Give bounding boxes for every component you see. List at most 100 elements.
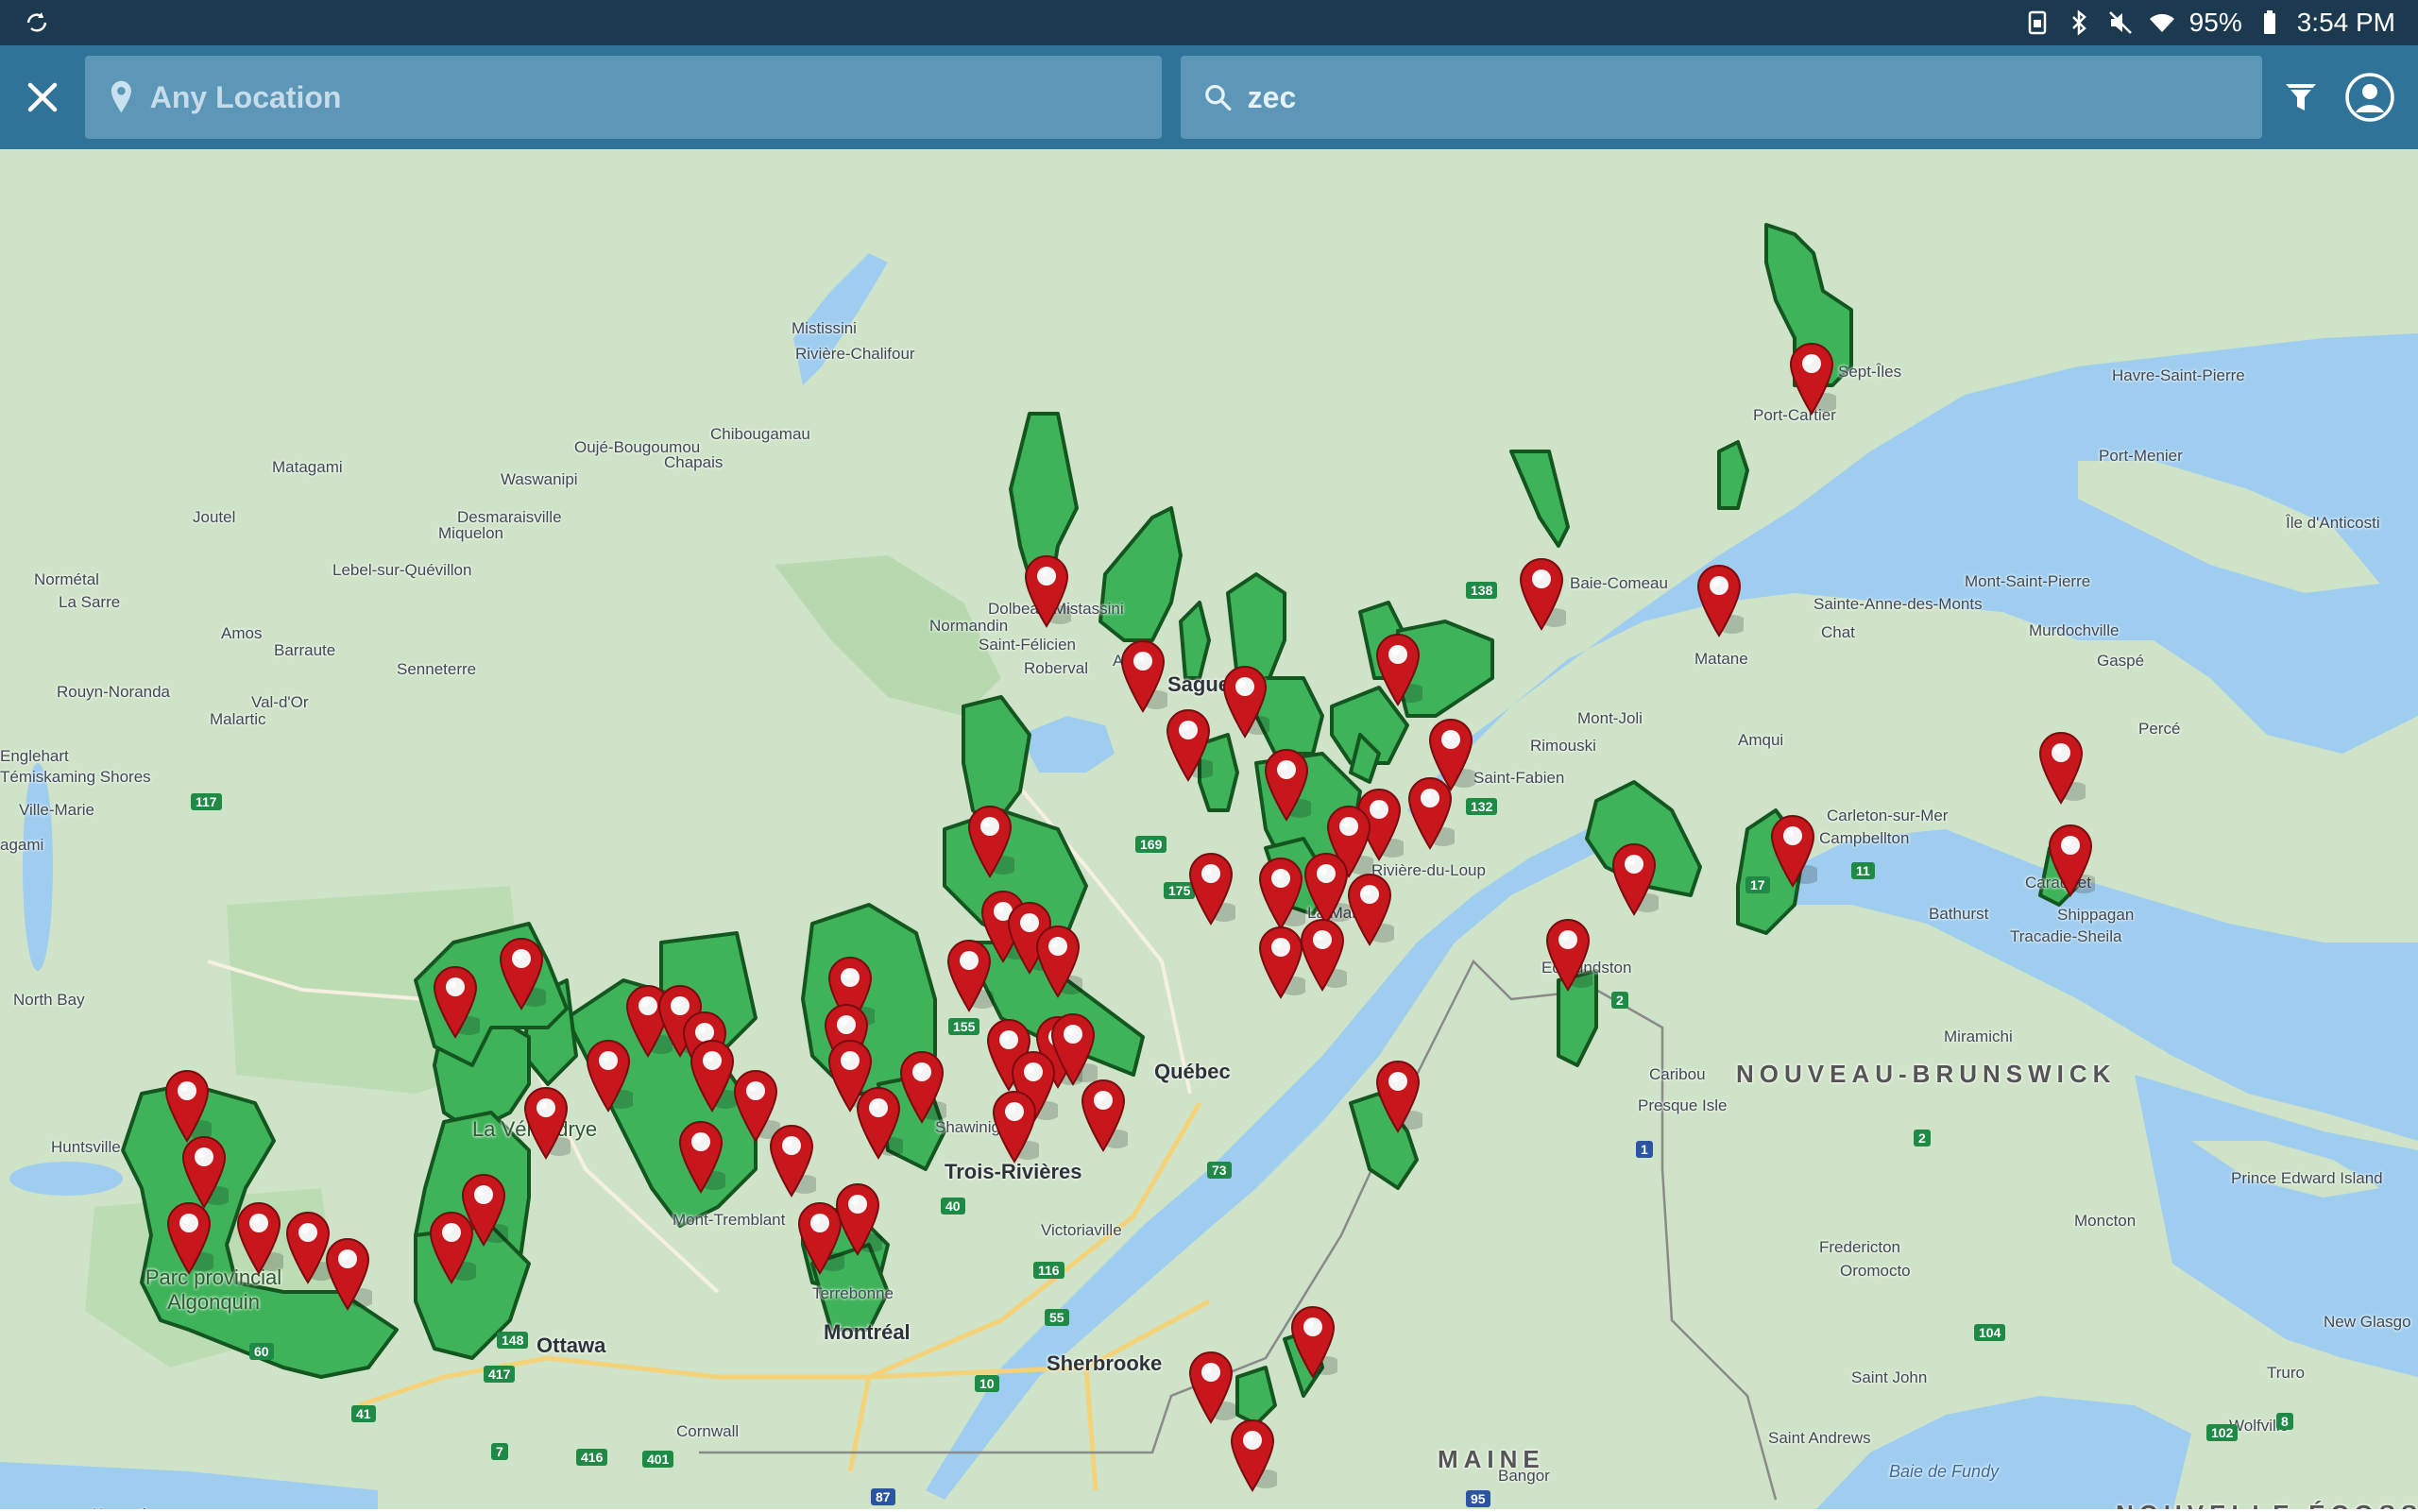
zec-marker[interactable] bbox=[1694, 564, 1744, 639]
route-shield: 60 bbox=[249, 1343, 274, 1360]
zec-marker[interactable] bbox=[1768, 814, 1817, 890]
zec-marker[interactable] bbox=[1262, 748, 1311, 824]
zec-marker[interactable] bbox=[897, 1050, 946, 1126]
zec-zone[interactable] bbox=[1098, 506, 1183, 642]
zec-marker[interactable] bbox=[459, 1173, 508, 1249]
place-label-englehart: Englehart bbox=[0, 747, 69, 765]
account-button[interactable] bbox=[2339, 66, 2401, 128]
zec-marker[interactable] bbox=[162, 1069, 212, 1145]
place-label-shippagan: Shippagan bbox=[2057, 906, 2135, 924]
place-label-montreal: Montréal bbox=[824, 1320, 911, 1344]
map-view[interactable]: Mistissini Rivière-Chalifour Chibougamau Ou… bbox=[0, 149, 2418, 1512]
zec-marker[interactable] bbox=[521, 1086, 570, 1162]
place-label-villemarie: Ville-Marie bbox=[19, 801, 94, 819]
zec-marker[interactable] bbox=[965, 805, 1014, 880]
search-toolbar bbox=[0, 45, 2418, 149]
map-pin-icon bbox=[1375, 1060, 1422, 1133]
zec-marker[interactable] bbox=[990, 1090, 1039, 1165]
map-pin-icon bbox=[1188, 1351, 1235, 1424]
location-field[interactable] bbox=[85, 56, 1162, 139]
zec-zone[interactable] bbox=[1179, 601, 1211, 680]
filter-icon bbox=[2286, 84, 2316, 110]
zec-marker[interactable] bbox=[1033, 925, 1082, 1000]
route-shield: 40 bbox=[941, 1198, 965, 1215]
zec-marker[interactable] bbox=[2046, 824, 2095, 899]
search-input[interactable] bbox=[1247, 79, 2239, 115]
zec-marker[interactable] bbox=[323, 1237, 372, 1313]
zec-marker[interactable] bbox=[1220, 665, 1269, 740]
zec-marker[interactable] bbox=[497, 937, 546, 1012]
place-label-agami: agami bbox=[0, 836, 44, 854]
filter-button[interactable] bbox=[2274, 71, 2327, 124]
map-pin-icon bbox=[1222, 665, 1269, 739]
zec-marker[interactable] bbox=[833, 1182, 882, 1258]
place-label-pei: Prince Edward Island bbox=[2231, 1169, 2383, 1187]
zec-marker[interactable] bbox=[1022, 554, 1071, 630]
zec-marker[interactable] bbox=[2036, 731, 2086, 807]
zec-marker[interactable] bbox=[676, 1120, 725, 1196]
zec-zone[interactable] bbox=[1509, 450, 1570, 548]
zec-marker[interactable] bbox=[688, 1039, 737, 1114]
place-label-montstpierre: Mont-Saint-Pierre bbox=[1965, 572, 2091, 590]
zec-marker[interactable] bbox=[1186, 852, 1235, 927]
zec-zone[interactable] bbox=[1717, 440, 1749, 510]
zec-marker[interactable] bbox=[1048, 1012, 1098, 1088]
clock: 3:54 PM bbox=[2296, 8, 2395, 37]
zec-marker[interactable] bbox=[1298, 918, 1347, 994]
zec-marker[interactable] bbox=[164, 1201, 213, 1277]
place-label-amos: Amos bbox=[221, 624, 263, 642]
route-shield: 17 bbox=[1745, 876, 1770, 893]
place-label-caribou: Caribou bbox=[1649, 1065, 1706, 1083]
battery-icon bbox=[2263, 10, 2275, 34]
zec-marker[interactable] bbox=[854, 1086, 903, 1162]
place-label-bathurst: Bathurst bbox=[1929, 905, 1989, 923]
zec-marker[interactable] bbox=[179, 1135, 229, 1211]
zec-marker[interactable] bbox=[1373, 1060, 1422, 1135]
zec-marker[interactable] bbox=[1164, 708, 1213, 784]
place-label-saintjohn: Saint John bbox=[1851, 1368, 1928, 1386]
zec-marker[interactable] bbox=[1228, 1419, 1277, 1494]
map-pin-icon bbox=[1519, 557, 1566, 631]
place-label-barraute: Barraute bbox=[274, 641, 336, 659]
place-label-chibougamau: Chibougamau bbox=[710, 425, 810, 443]
zec-marker[interactable] bbox=[1787, 342, 1836, 417]
place-label-fundy: Baie de Fundy bbox=[1889, 1462, 2000, 1481]
map-pin-icon bbox=[433, 965, 480, 1039]
zec-marker[interactable] bbox=[1079, 1079, 1128, 1154]
zec-marker[interactable] bbox=[584, 1039, 633, 1114]
place-label-kiskaming: Témiskaming Shores bbox=[0, 768, 151, 786]
zec-marker[interactable] bbox=[234, 1201, 283, 1277]
zec-marker[interactable] bbox=[1118, 639, 1167, 715]
zec-marker[interactable] bbox=[1302, 852, 1351, 927]
map-pin-icon bbox=[2038, 731, 2086, 805]
zec-marker[interactable] bbox=[945, 939, 994, 1014]
route-shield: 116 bbox=[1033, 1262, 1064, 1279]
close-button[interactable] bbox=[0, 45, 85, 149]
route-shield: 95 bbox=[1466, 1490, 1490, 1507]
zec-marker[interactable] bbox=[1543, 918, 1592, 994]
map-pin-icon bbox=[690, 1039, 737, 1113]
place-label-waswanipi: Waswanipi bbox=[501, 470, 578, 488]
map-pin-icon bbox=[1290, 1305, 1337, 1379]
zec-marker[interactable] bbox=[1405, 776, 1455, 852]
zec-marker[interactable] bbox=[431, 965, 480, 1041]
zec-marker[interactable] bbox=[1517, 557, 1566, 633]
location-input[interactable] bbox=[149, 79, 1139, 115]
route-shield: 2 bbox=[1611, 992, 1628, 1009]
map-pin-icon bbox=[1303, 852, 1351, 926]
zec-marker[interactable] bbox=[1345, 873, 1394, 948]
zec-marker[interactable] bbox=[1609, 842, 1659, 918]
search-field[interactable] bbox=[1181, 56, 2262, 139]
zec-marker[interactable] bbox=[1288, 1305, 1337, 1381]
place-label-lasarre: La Sarre bbox=[59, 593, 121, 611]
zec-marker[interactable] bbox=[1186, 1351, 1235, 1426]
place-label-lebel: Lebel-sur-Quévillon bbox=[332, 561, 472, 579]
zec-marker[interactable] bbox=[1373, 633, 1422, 708]
zec-zone[interactable] bbox=[1235, 1366, 1277, 1426]
account-icon bbox=[2345, 73, 2394, 122]
map-pin-icon bbox=[1024, 554, 1071, 628]
place-label-tracadie: Tracadie-Sheila bbox=[2010, 927, 2122, 945]
place-label-matane: Matane bbox=[1694, 650, 1748, 668]
route-shield: 155 bbox=[948, 1018, 980, 1035]
zec-marker[interactable] bbox=[767, 1124, 816, 1199]
